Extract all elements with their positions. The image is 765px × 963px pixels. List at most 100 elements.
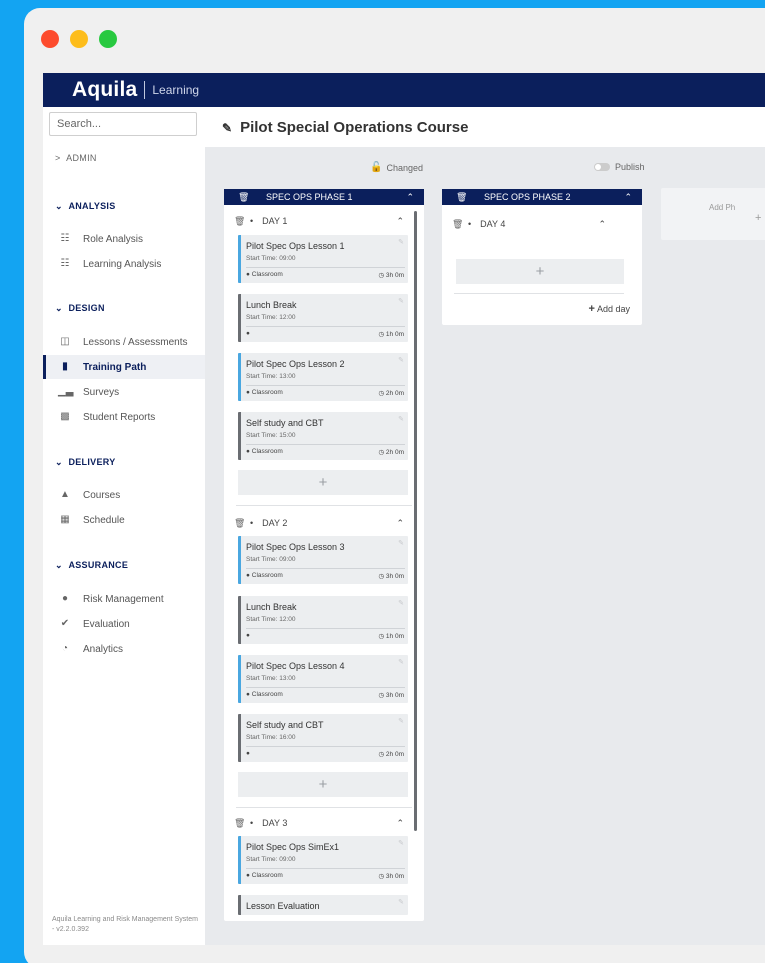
lesson-card[interactable]: ✎ Pilot Spec Ops Lesson 4 Start Time: 13… xyxy=(238,655,408,703)
hierarchy-icon: ☷ xyxy=(60,258,70,269)
logo-separator xyxy=(144,81,146,99)
lesson-card[interactable]: ✎ Pilot Spec Ops Lesson 3 Start Time: 09… xyxy=(238,536,408,584)
clock-icon: ◷ xyxy=(378,272,385,279)
scrollbar[interactable] xyxy=(414,211,417,831)
sidebar-section-design[interactable]: ⌄ DESIGN xyxy=(55,303,105,314)
sidebar-item-surveys[interactable]: ▁▃ Surveys xyxy=(43,380,205,404)
lesson-card[interactable]: ✎ Pilot Spec Ops SimEx1 Start Time: 09:0… xyxy=(238,836,408,884)
pencil-icon[interactable]: ✎ xyxy=(398,717,404,725)
lesson-card[interactable]: ✎ Lunch Break Start Time: 12:00 ● ◷ 1h 0… xyxy=(238,294,408,342)
sidebar: > ADMIN ⌄ ANALYSIS ☷Role Analysis ☷Learn… xyxy=(43,107,205,945)
sidebar-item-schedule[interactable]: ▦ Schedule xyxy=(43,508,205,532)
graduation-cap-icon: ▲ xyxy=(60,489,70,500)
location-pin-icon: ● xyxy=(246,330,250,337)
day-name: DAY 4 xyxy=(480,219,506,229)
lesson-card[interactable]: ✎ Pilot Spec Ops Lesson 2 Start Time: 13… xyxy=(238,353,408,401)
pencil-icon[interactable]: ✎ xyxy=(398,658,404,666)
sidebar-section-analysis[interactable]: ⌄ ANALYSIS xyxy=(55,201,116,212)
pencil-icon[interactable]: ✎ xyxy=(398,539,404,547)
sidebar-item-training-path[interactable]: ▮ Training Path xyxy=(43,355,205,379)
location-pin-icon: ● xyxy=(246,691,250,698)
phase-header: 🗑 SPEC OPS PHASE 2 ⌃ xyxy=(442,189,642,205)
sidebar-item-evaluation[interactable]: ✔ Evaluation xyxy=(43,612,205,636)
training-path-board: 🔓 Changed Publish 🗑 SPEC OPS PHASE 1 ⌃ 🗑… xyxy=(205,147,765,945)
clipboard-icon: ▮ xyxy=(62,361,68,372)
app-logo[interactable]: Aquila Learning xyxy=(72,78,199,102)
lesson-card[interactable]: ✎ Lesson Evaluation xyxy=(238,895,408,915)
chevron-down-icon: ⌄ xyxy=(55,201,63,211)
sidebar-section-admin[interactable]: > ADMIN xyxy=(55,153,97,163)
trash-icon[interactable]: 🗑 xyxy=(456,192,467,203)
sidebar-item-courses[interactable]: ▲ Courses xyxy=(43,483,205,507)
trash-icon[interactable]: 🗑 xyxy=(234,216,245,227)
collapse-icon[interactable]: ⌃ xyxy=(624,192,632,203)
plus-icon: + xyxy=(755,212,762,224)
pencil-icon[interactable]: ✎ xyxy=(398,297,404,305)
collapse-icon[interactable]: ⌃ xyxy=(396,818,404,829)
collapse-icon[interactable]: ⌃ xyxy=(598,219,606,230)
location-pin-icon: ● xyxy=(246,271,250,278)
sidebar-item-student-reports[interactable]: ▩ Student Reports xyxy=(43,405,205,429)
top-bar: Aquila Learning xyxy=(43,73,765,107)
sidebar-item-lessons-assessments[interactable]: ◫ Lessons / Assessments xyxy=(43,330,205,354)
location-pin-icon: ● xyxy=(246,389,250,396)
phase-name: SPEC OPS PHASE 2 xyxy=(484,192,571,202)
pencil-icon[interactable]: ✎ xyxy=(398,238,404,246)
lessons-icon: ◫ xyxy=(60,336,70,347)
location-pin-icon: ● xyxy=(246,872,250,879)
lesson-card[interactable]: ✎ Self study and CBT Start Time: 15:00 ●… xyxy=(238,412,408,460)
chevron-down-icon: ⌄ xyxy=(55,457,63,467)
pencil-icon[interactable]: ✎ xyxy=(398,599,404,607)
pencil-icon[interactable]: ✎ xyxy=(398,839,404,847)
day-header: 🗑 • DAY 2 ⌃ xyxy=(234,517,404,529)
pencil-icon[interactable]: ✎ xyxy=(398,415,404,423)
sidebar-item-role-analysis[interactable]: ☷ Role Analysis xyxy=(43,227,205,251)
version-text: Aquila Learning and Risk Management Syst… xyxy=(52,916,198,933)
publish-toggle[interactable]: Publish xyxy=(594,162,645,172)
clock-icon: ◷ xyxy=(378,331,385,338)
sidebar-section-delivery[interactable]: ⌄ DELIVERY xyxy=(55,457,116,468)
day-name: DAY 2 xyxy=(262,518,288,528)
minimize-window-button[interactable] xyxy=(70,30,88,48)
id-card-icon: ▩ xyxy=(60,411,70,422)
lesson-card[interactable]: ✎ Lunch Break Start Time: 12:00 ● ◷ 1h 0… xyxy=(238,596,408,644)
trash-icon[interactable]: 🗑 xyxy=(234,818,245,829)
trash-icon[interactable]: 🗑 xyxy=(238,192,249,203)
trash-icon[interactable]: 🗑 xyxy=(452,219,463,230)
trash-icon[interactable]: 🗑 xyxy=(234,518,245,529)
logo-sub: Learning xyxy=(152,83,200,97)
add-phase-button[interactable]: Add Ph + xyxy=(661,188,765,240)
maximize-window-button[interactable] xyxy=(99,30,117,48)
phase-name: SPEC OPS PHASE 1 xyxy=(266,192,353,202)
pencil-icon[interactable]: ✎ xyxy=(222,121,232,135)
hierarchy-icon: ☷ xyxy=(60,233,70,244)
clock-icon: ◷ xyxy=(378,449,385,456)
calendar-icon: ▦ xyxy=(60,514,70,525)
location-pin-icon: ● xyxy=(246,750,250,757)
lesson-card[interactable]: ✎ Pilot Spec Ops Lesson 1 Start Time: 09… xyxy=(238,235,408,283)
day-header: 🗑 • DAY 3 ⌃ xyxy=(234,817,404,829)
collapse-icon[interactable]: ⌃ xyxy=(396,518,404,529)
sidebar-section-assurance[interactable]: ⌄ ASSURANCE xyxy=(55,560,128,571)
toggle-switch[interactable] xyxy=(594,163,610,171)
app-window: Aquila Learning > ADMIN ⌄ ANALYSIS ☷Role… xyxy=(24,8,765,963)
add-lesson-button[interactable]: + xyxy=(456,259,624,284)
add-lesson-button[interactable]: + xyxy=(238,772,408,797)
clock-icon: ◷ xyxy=(378,573,385,580)
phase-header: 🗑 SPEC OPS PHASE 1 ⌃ xyxy=(224,189,424,205)
sidebar-item-learning-analysis[interactable]: ☷ Learning Analysis xyxy=(43,252,205,276)
pencil-icon[interactable]: ✎ xyxy=(398,356,404,364)
thumbs-icon: ✔ xyxy=(60,618,70,629)
close-window-button[interactable] xyxy=(41,30,59,48)
sidebar-item-analytics[interactable]: ◔ Analytics xyxy=(43,637,205,661)
lesson-card[interactable]: ✎ Self study and CBT Start Time: 16:00 ●… xyxy=(238,714,408,762)
pencil-icon[interactable]: ✎ xyxy=(398,898,404,906)
phase-column: 🗑 SPEC OPS PHASE 1 ⌃ 🗑 • DAY 1 ⌃ ✎ Pilot… xyxy=(224,189,424,921)
add-day-button[interactable]: + Add day xyxy=(589,303,630,315)
clock-icon: ◷ xyxy=(378,390,385,397)
add-lesson-button[interactable]: + xyxy=(238,470,408,495)
collapse-icon[interactable]: ⌃ xyxy=(396,216,404,227)
search-input[interactable] xyxy=(49,112,197,136)
collapse-icon[interactable]: ⌃ xyxy=(406,192,414,203)
sidebar-item-risk-management[interactable]: ● Risk Management xyxy=(43,587,205,611)
